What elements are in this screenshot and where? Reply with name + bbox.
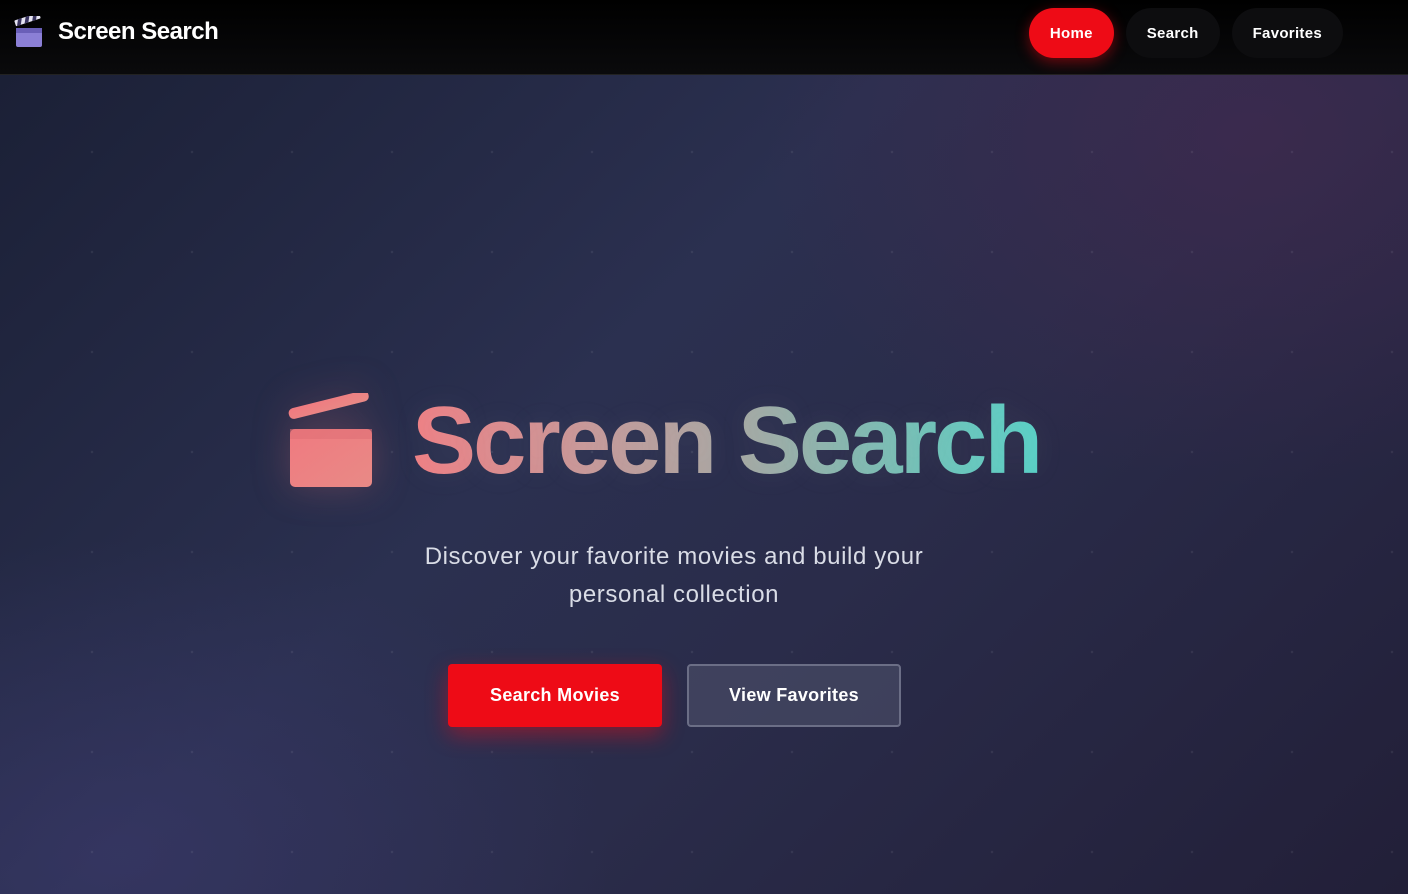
nav-link-favorites[interactable]: Favorites: [1231, 8, 1343, 58]
nav-links: Home Search Favorites: [1028, 8, 1343, 58]
nav-link-search[interactable]: Search: [1125, 8, 1220, 58]
view-favorites-button[interactable]: View Favorites: [687, 664, 901, 727]
hero-title-row: Screen Search: [286, 387, 1043, 494]
search-movies-button[interactable]: Search Movies: [448, 664, 662, 727]
top-navbar: Screen Search Home Search Favorites: [0, 0, 1408, 75]
clapperboard-icon: [14, 16, 42, 47]
brand-title: Screen Search: [58, 18, 219, 45]
hero-title: Screen Search: [412, 387, 1043, 494]
nav-link-home[interactable]: Home: [1028, 8, 1114, 58]
hero-section: Screen Search Discover your favorite mov…: [0, 75, 1408, 894]
clapperboard-icon: [288, 393, 372, 487]
hero-subtitle: Discover your favorite movies and build …: [424, 543, 924, 608]
brand[interactable]: Screen Search: [14, 16, 219, 48]
